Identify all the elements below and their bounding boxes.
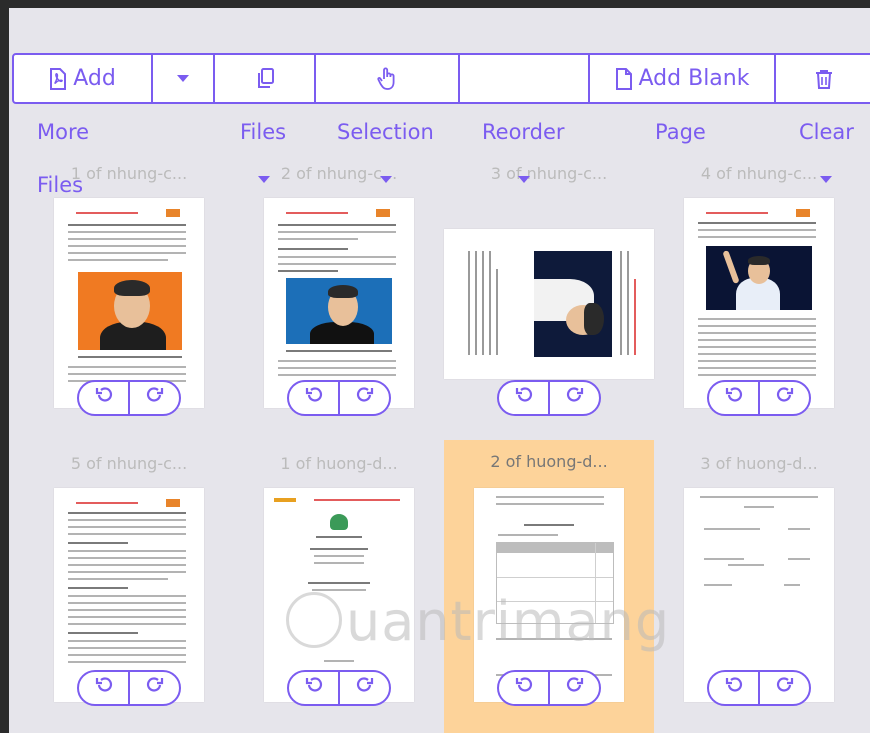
rotate-left-icon [724, 386, 744, 410]
files-label: Files [240, 120, 287, 144]
rotate-right-button[interactable] [550, 672, 599, 704]
page-title: 1 of nhung-c... [70, 164, 188, 183]
rotate-controls [77, 380, 181, 416]
add-blank-label: Add Blank [638, 66, 750, 91]
reorder-button[interactable] [460, 55, 590, 102]
rotate-left-button[interactable] [709, 672, 760, 704]
page-label: Page [655, 120, 706, 144]
rotate-right-icon [775, 676, 795, 700]
copy-files-icon [255, 67, 275, 90]
clear-label: Clear [799, 120, 854, 144]
rotate-right-button[interactable] [550, 382, 599, 414]
page-thumbnail-cell[interactable]: 1 of nhung-c... [24, 152, 234, 442]
caret-down-icon [177, 75, 189, 82]
hand-pointer-icon [376, 67, 398, 91]
page-thumbnail-cell[interactable]: 3 of huong-d... [654, 442, 864, 732]
page-thumbnail-cell-selected[interactable]: 2 of huong-d... [444, 440, 654, 733]
reorder-label: Reorder [482, 120, 565, 144]
rotate-right-icon [355, 386, 375, 410]
rotate-right-icon [145, 386, 165, 410]
rotate-right-icon [565, 676, 585, 700]
rotate-right-button[interactable] [760, 382, 809, 414]
page-title: 2 of huong-d... [490, 452, 608, 471]
watermark-text: uantrimang [346, 590, 671, 653]
page-thumbnail-cell[interactable]: 3 of nhung-c... [444, 152, 654, 442]
rotate-left-button[interactable] [79, 382, 130, 414]
caret-down-icon[interactable] [258, 176, 270, 183]
rotate-right-button[interactable] [130, 672, 179, 704]
page-thumbnail-cell[interactable]: 5 of nhung-c... [24, 442, 234, 732]
rotate-controls [287, 670, 391, 706]
add-files-button[interactable]: Add [14, 55, 153, 102]
rotate-left-button[interactable] [709, 382, 760, 414]
clear-button[interactable] [776, 55, 870, 102]
rotate-left-button[interactable] [499, 382, 550, 414]
page-title: 3 of nhung-c... [490, 164, 608, 183]
select-files-button[interactable] [215, 55, 316, 102]
page-title: 3 of huong-d... [700, 454, 818, 473]
selection-label: Selection [337, 120, 434, 144]
rotate-left-icon [304, 386, 324, 410]
rotate-right-icon [775, 386, 795, 410]
document-logo [330, 514, 348, 530]
rotate-controls [497, 670, 601, 706]
rotate-left-button[interactable] [289, 382, 340, 414]
rotate-right-icon [355, 676, 375, 700]
rotate-right-icon [145, 676, 165, 700]
watermark-lightbulb-icon [286, 592, 342, 648]
rotate-controls [287, 380, 391, 416]
page-thumbnail-cell[interactable]: 2 of nhung-c... [234, 152, 444, 442]
more-files-label: More [37, 120, 90, 144]
rotate-left-button[interactable] [289, 672, 340, 704]
rotate-right-button[interactable] [130, 382, 179, 414]
portrait-photo [286, 278, 392, 344]
add-files-dropdown-button[interactable] [153, 55, 215, 102]
page-thumbnail-cell[interactable]: 4 of nhung-c... [654, 152, 864, 442]
window-top-frame [0, 0, 870, 8]
page-preview[interactable] [684, 198, 834, 408]
rotate-left-icon [94, 386, 114, 410]
portrait-photo [534, 251, 612, 357]
portrait-photo [706, 246, 812, 310]
add-blank-page-button[interactable]: Add Blank [590, 55, 776, 102]
page-preview-rotated[interactable] [444, 229, 654, 379]
rotate-controls [707, 380, 811, 416]
rotate-left-icon [94, 676, 114, 700]
page-preview[interactable] [54, 198, 204, 408]
portrait-photo [78, 272, 182, 350]
rotate-controls [707, 670, 811, 706]
page-title: 4 of nhung-c... [700, 164, 818, 183]
window-left-frame [0, 0, 9, 733]
rotate-left-icon [304, 676, 324, 700]
rotate-left-icon [724, 676, 744, 700]
rotate-right-button[interactable] [340, 672, 389, 704]
add-files-label: Add [73, 66, 116, 91]
rotate-right-icon [565, 386, 585, 410]
rotate-right-button[interactable] [760, 672, 809, 704]
rotate-controls [497, 380, 601, 416]
trash-icon [815, 69, 833, 89]
caret-down-icon[interactable] [820, 176, 832, 183]
blank-file-icon [615, 67, 633, 90]
rotate-left-icon [514, 676, 534, 700]
page-thumbnail-cell[interactable]: 1 of huong-d... [234, 442, 444, 732]
rotate-left-button[interactable] [79, 672, 130, 704]
rotate-left-icon [514, 386, 534, 410]
page-title: 1 of huong-d... [280, 454, 398, 473]
caret-down-icon[interactable] [518, 176, 530, 183]
rotate-right-button[interactable] [340, 382, 389, 414]
caret-down-icon[interactable] [380, 176, 392, 183]
toolbar: Add Add Blank [12, 53, 870, 104]
page-preview[interactable] [264, 198, 414, 408]
rotate-left-button[interactable] [499, 672, 550, 704]
pdf-file-icon [49, 67, 67, 90]
selection-mode-button[interactable] [316, 55, 460, 102]
rotate-controls [77, 670, 181, 706]
page-title: 5 of nhung-c... [70, 454, 188, 473]
